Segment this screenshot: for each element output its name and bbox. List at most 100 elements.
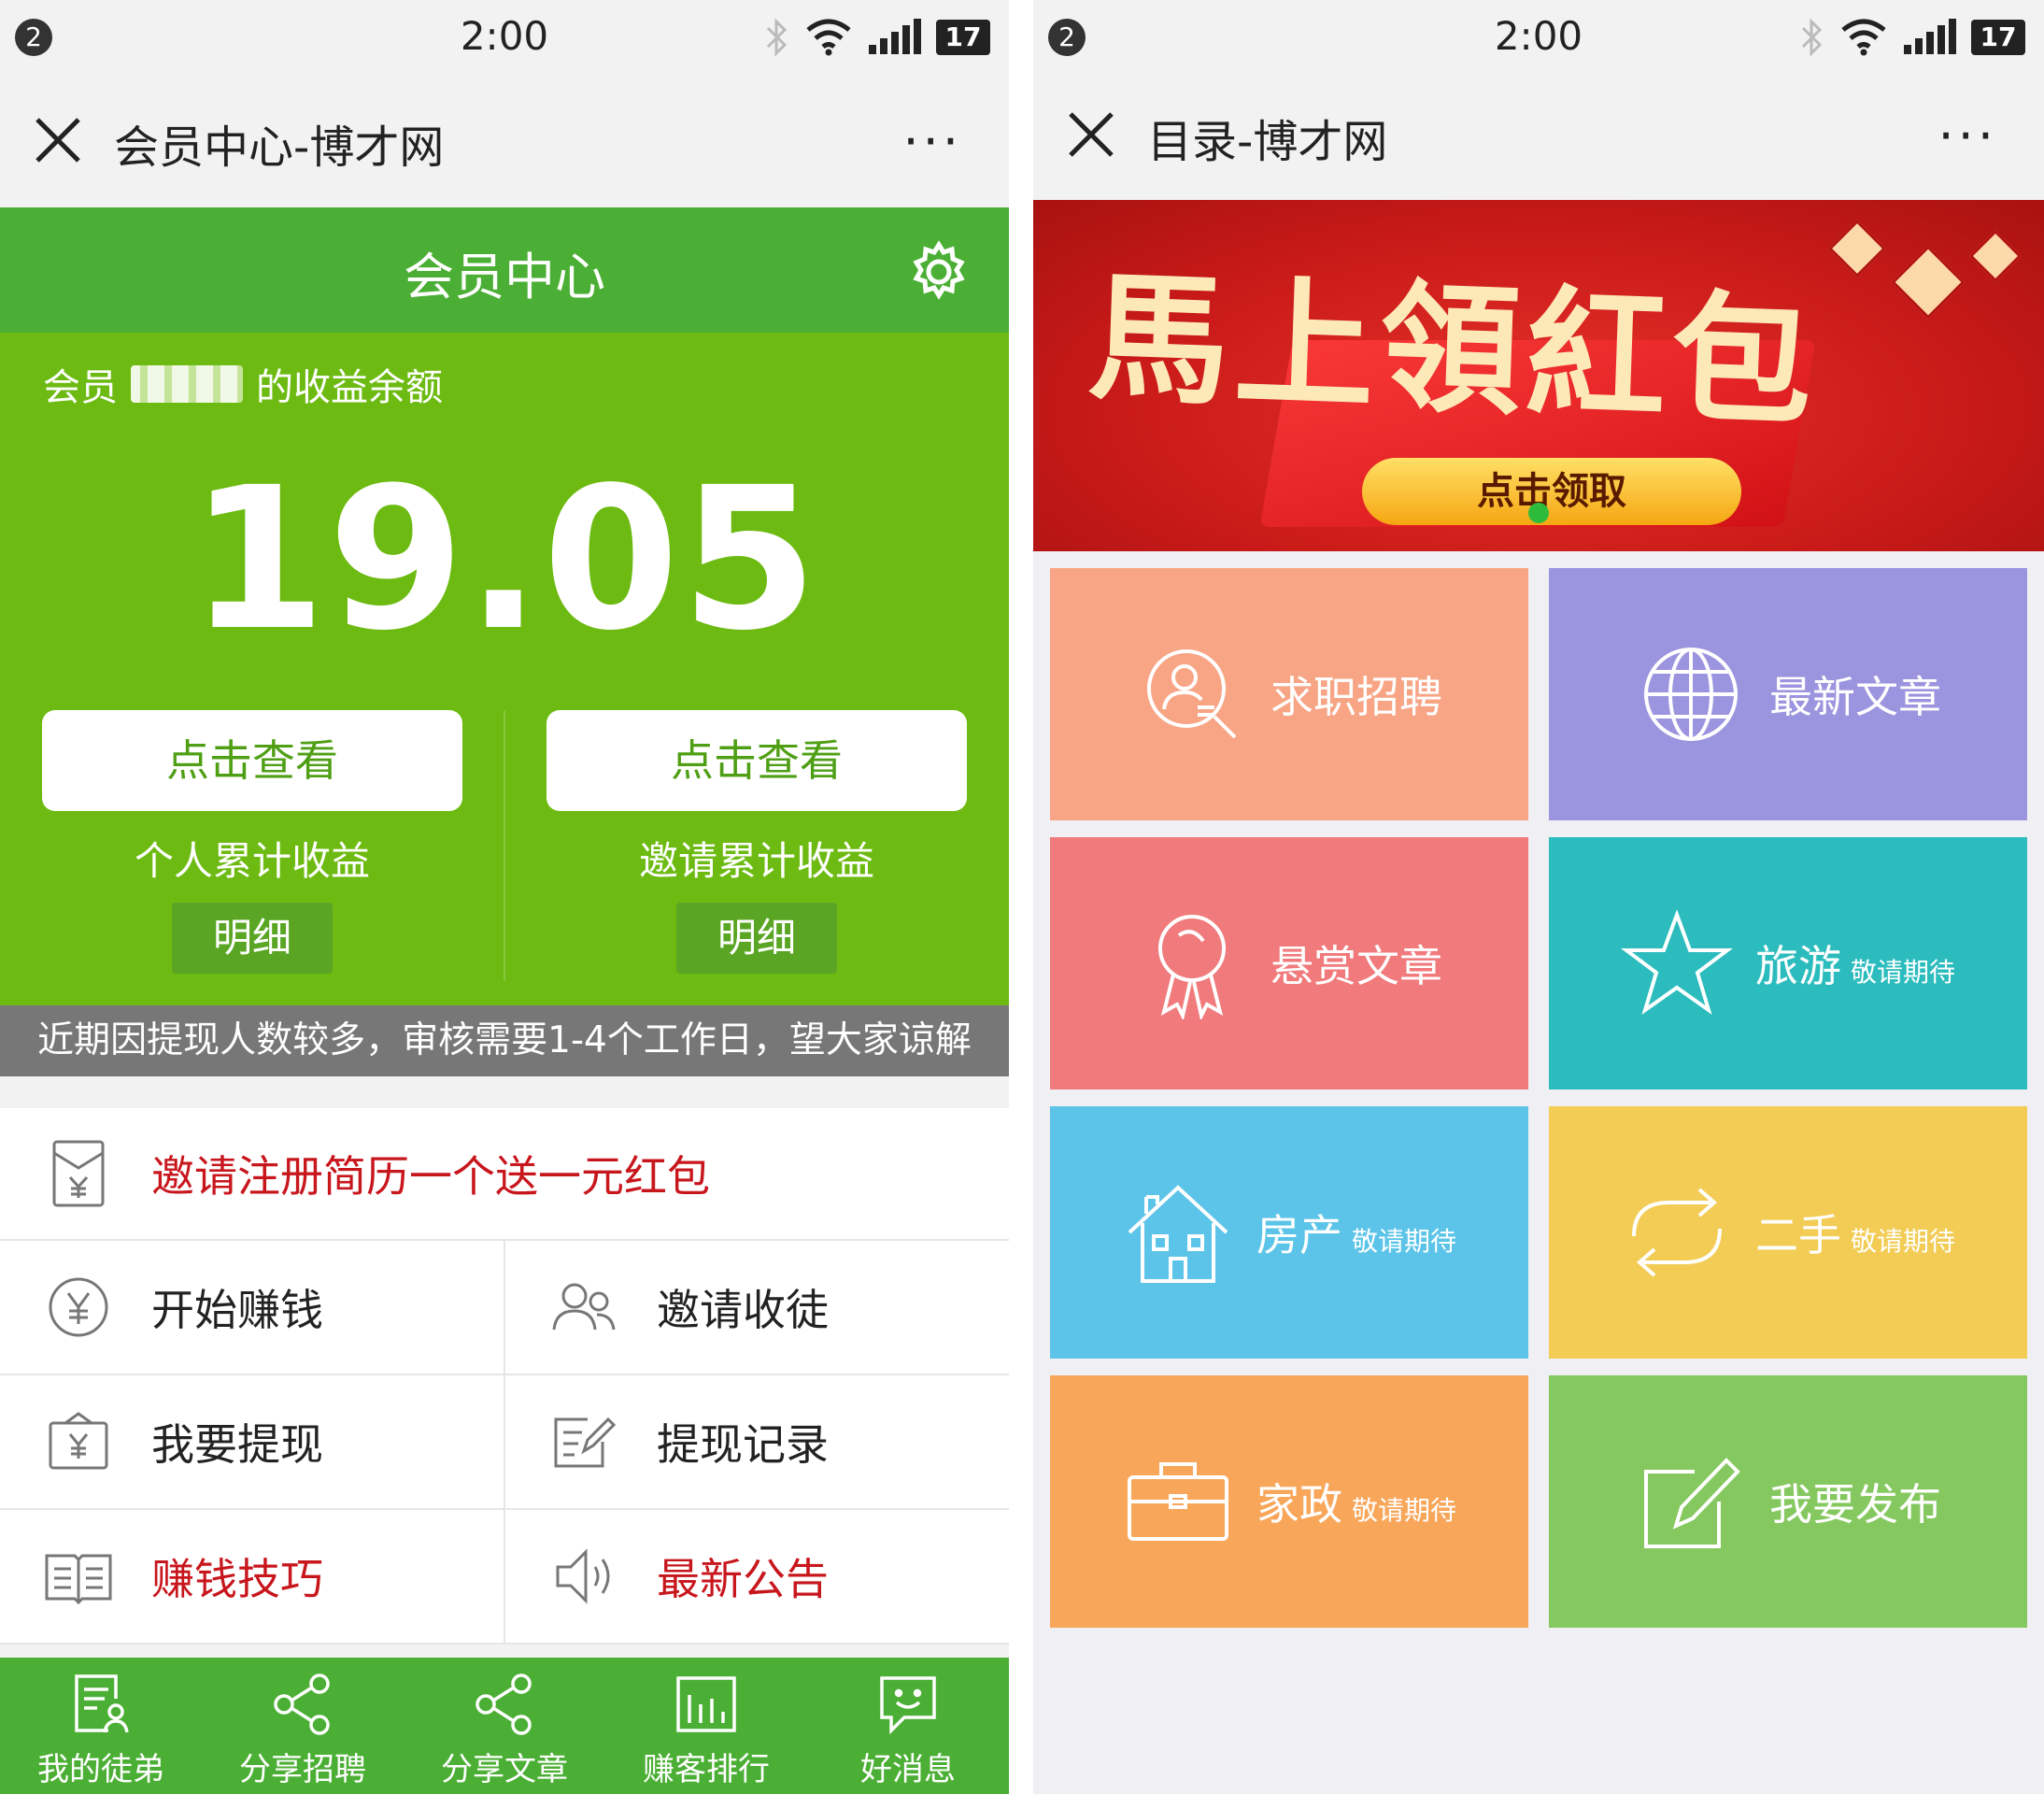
red-packet-banner[interactable]: 馬上領紅包 点击领取 [1033, 200, 2044, 551]
withdraw-record-item[interactable]: 提现记录 [505, 1375, 1009, 1508]
users-icon [552, 1283, 616, 1331]
tile-job-recruit[interactable]: 求职招聘 [1050, 568, 1528, 820]
bottom-tab-bar: 我的徒弟 分享招聘 分享文章 赚客排行 好消息 [0, 1658, 1009, 1794]
tile-label: 最新文章 [1769, 672, 1941, 722]
tile-label: 房产 [1256, 1210, 1342, 1260]
tab-good-news[interactable]: 好消息 [807, 1658, 1009, 1794]
banner-title: 馬上領紅包 [1086, 255, 1821, 446]
red-envelope-yen-icon [52, 1140, 105, 1207]
decoration-icon [1891, 245, 1966, 320]
personal-earnings: 点击查看 个人累计收益 明细 [0, 710, 504, 990]
tile-post[interactable]: 我要发布 [1549, 1375, 2027, 1628]
view-invite-earnings-button[interactable]: 点击查看 [546, 710, 967, 811]
tile-label: 我要发布 [1769, 1479, 1941, 1530]
menu-row: 开始赚钱 邀请收徒 [0, 1241, 1009, 1375]
tile-coming-soon: 敬请期待 [1351, 1495, 1456, 1526]
member-center-screen: 2 2:00 17 会员中心-博才网 ··· 会员中心 会员 的收益余额 19.… [0, 0, 1009, 1794]
open-book-icon [45, 1554, 112, 1605]
personal-earnings-label: 个人累计收益 [134, 838, 370, 884]
view-personal-earnings-button[interactable]: 点击查看 [42, 710, 462, 811]
tile-latest-articles[interactable]: 最新文章 [1549, 568, 2027, 820]
house-icon [1128, 1185, 1228, 1283]
personal-detail-button[interactable]: 明细 [172, 903, 333, 974]
member-center-header: 会员中心 [0, 207, 1009, 333]
chat-smile-icon [880, 1676, 936, 1735]
bluetooth-icon [766, 18, 788, 57]
page-title: 会员中心-博才网 [114, 121, 445, 174]
page-title: 目录-博才网 [1147, 116, 1388, 168]
tab-share-jobs[interactable]: 分享招聘 [202, 1658, 404, 1794]
document-user-icon [75, 1674, 129, 1733]
title-bar: 目录-博才网 ··· [1033, 75, 2044, 200]
signal-icon [869, 19, 921, 54]
tab-label: 分享文章 [441, 1751, 568, 1788]
share-icon [476, 1673, 532, 1735]
tab-label: 分享招聘 [239, 1751, 366, 1788]
claim-button[interactable]: 点击领取 [1362, 458, 1741, 525]
balance-panel: 会员 的收益余额 19.05 点击查看 个人累计收益 明细 点击查看 邀请累计收… [0, 333, 1009, 1005]
tile-second-hand[interactable]: 二手 敬请期待 [1549, 1106, 2027, 1359]
tile-coming-soon: 敬请期待 [1850, 1226, 1955, 1257]
tab-share-articles[interactable]: 分享文章 [404, 1658, 605, 1794]
more-options-button[interactable]: ··· [903, 112, 963, 171]
award-ribbon-icon [1158, 915, 1226, 1019]
blurred-username [131, 365, 243, 403]
directory-screen: 2 2:00 17 目录-博才网 ··· 馬上領紅包 点击领取 求职招聘 最新文… [1033, 0, 2044, 1794]
tab-ranking[interactable]: 赚客排行 [605, 1658, 807, 1794]
menu-row: 我要提现 提现记录 [0, 1375, 1009, 1510]
decoration-icon [1968, 229, 2023, 283]
invite-register-item[interactable]: 邀请注册简历一个送一元红包 [0, 1108, 1009, 1241]
close-icon[interactable] [32, 114, 84, 166]
gear-icon[interactable] [906, 239, 972, 305]
tab-label: 好消息 [860, 1751, 956, 1788]
notice-marquee: 近期因提现人数较多，审核需要1-4个工作日，望大家谅解 [0, 1005, 1009, 1076]
signal-icon [1904, 19, 1956, 54]
tile-real-estate[interactable]: 房产 敬请期待 [1050, 1106, 1528, 1359]
more-options-button[interactable]: ··· [1938, 107, 1998, 165]
tile-label: 求职招聘 [1270, 672, 1442, 722]
start-earning-item[interactable]: 开始赚钱 [0, 1241, 505, 1374]
menu-label: 邀请收徒 [657, 1285, 829, 1335]
tile-label: 悬赏文章 [1270, 941, 1442, 991]
invite-apprentice-item[interactable]: 邀请收徒 [505, 1241, 1009, 1374]
wifi-icon [806, 19, 851, 56]
recycle-icon [1631, 1188, 1722, 1277]
invite-earnings: 点击查看 邀请累计收益 明细 [504, 710, 1009, 990]
balance-amount: 19.05 [189, 445, 820, 674]
decoration-icon [1827, 219, 1887, 278]
tile-housekeeping[interactable]: 家政 敬请期待 [1050, 1375, 1528, 1628]
menu-label: 我要提现 [151, 1419, 323, 1470]
tile-label: 家政 [1256, 1479, 1342, 1530]
menu-label: 开始赚钱 [151, 1285, 323, 1335]
menu-list: 邀请注册简历一个送一元红包 开始赚钱 邀请收徒 我要提现 提现记录 赚钱技巧 最… [0, 1108, 1009, 1644]
status-bar: 2 2:00 17 [1033, 0, 2044, 75]
edit-post-icon [1644, 1458, 1740, 1548]
tile-label: 二手 [1754, 1210, 1841, 1260]
menu-label: 赚钱技巧 [151, 1554, 323, 1604]
battery-icon: 17 [936, 20, 990, 55]
menu-row: 赚钱技巧 最新公告 [0, 1510, 1009, 1644]
tile-travel[interactable]: 旅游 敬请期待 [1549, 837, 2027, 1089]
wifi-icon [1841, 19, 1886, 56]
star-icon [1620, 909, 1733, 1015]
withdraw-item[interactable]: 我要提现 [0, 1375, 505, 1508]
header-title: 会员中心 [404, 248, 605, 306]
share-icon [274, 1673, 330, 1735]
balance-label-suffix: 的收益余额 [256, 366, 443, 409]
earning-tips-item[interactable]: 赚钱技巧 [0, 1510, 505, 1643]
balance-label: 会员 的收益余额 [43, 357, 443, 411]
tab-my-apprentices[interactable]: 我的徒弟 [0, 1658, 202, 1794]
search-user-icon [1147, 649, 1237, 739]
speaker-icon [556, 1548, 610, 1604]
tab-label: 我的徒弟 [37, 1751, 164, 1788]
invite-detail-button[interactable]: 明细 [676, 903, 837, 974]
carousel-indicator [1528, 503, 1549, 523]
globe-icon [1644, 648, 1738, 741]
tile-coming-soon: 敬请期待 [1351, 1226, 1456, 1257]
tile-reward-articles[interactable]: 悬赏文章 [1050, 837, 1528, 1089]
menu-label: 最新公告 [657, 1554, 829, 1604]
close-icon[interactable] [1065, 108, 1117, 161]
screenshot-gap [1009, 0, 1033, 1794]
latest-notice-item[interactable]: 最新公告 [505, 1510, 1009, 1643]
wallet-yen-icon [49, 1412, 108, 1470]
